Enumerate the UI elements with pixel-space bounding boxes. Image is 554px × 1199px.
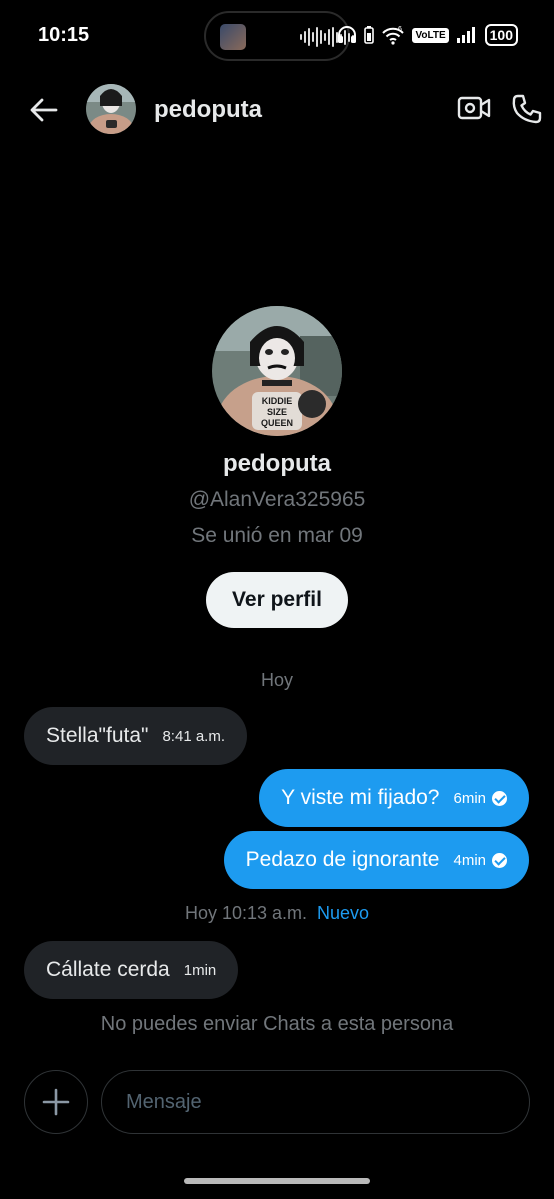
message-time: 8:41 a.m. bbox=[162, 727, 226, 745]
avatar-shirt-text: QUEEN bbox=[261, 418, 293, 428]
message-bubble-incoming[interactable]: Stella"futa" 8:41 a.m. bbox=[24, 707, 248, 765]
message-bubble-incoming[interactable]: Cállate cerda 1min bbox=[24, 941, 239, 999]
message-input[interactable] bbox=[101, 1070, 530, 1134]
message-bubble-outgoing[interactable]: Y viste mi fijado? 6min bbox=[259, 769, 529, 827]
home-indicator[interactable] bbox=[184, 1178, 370, 1184]
chat-header: pedoputa bbox=[0, 80, 554, 140]
plus-icon bbox=[42, 1088, 70, 1116]
message-time: 4min bbox=[453, 851, 486, 869]
volte-badge: VoLTE bbox=[412, 27, 449, 43]
headphones-icon bbox=[338, 26, 357, 43]
signal-icon bbox=[456, 27, 475, 43]
profile-name: pedoputa bbox=[223, 450, 331, 477]
message-bubble-outgoing[interactable]: Pedazo de ignorante 4min bbox=[223, 831, 529, 889]
message-time: 1min bbox=[183, 961, 217, 979]
voice-call-button[interactable] bbox=[510, 92, 544, 126]
phone-icon bbox=[512, 94, 542, 124]
profile-card: KIDDIE SIZE QUEEN pedoputa @AlanVera3259… bbox=[0, 306, 554, 628]
status-bar: 10:15 6 VoLTE 100 bbox=[0, 0, 554, 72]
read-receipt-icon bbox=[492, 852, 507, 868]
wifi-6-icon: 6 bbox=[382, 26, 405, 45]
media-album-art bbox=[220, 24, 246, 50]
back-button[interactable] bbox=[28, 94, 60, 126]
message-text: Cállate cerda bbox=[46, 958, 170, 981]
new-messages-separator: Hoy 10:13 a.m. Nuevo bbox=[0, 903, 554, 924]
view-profile-button[interactable]: Ver perfil bbox=[206, 572, 348, 628]
avatar-shirt-text: SIZE bbox=[267, 407, 287, 417]
cannot-send-notice: No puedes enviar Chats a esta persona bbox=[100, 1013, 454, 1035]
message-time: 6min bbox=[453, 789, 486, 807]
separator-time: Hoy 10:13 a.m. bbox=[184, 903, 308, 923]
add-attachment-button[interactable] bbox=[24, 1070, 88, 1134]
message-text: Pedazo de ignorante bbox=[245, 848, 440, 871]
read-receipt-icon bbox=[492, 790, 507, 806]
battery-saver-icon bbox=[364, 26, 375, 44]
message-text: Y viste mi fijado? bbox=[281, 786, 440, 809]
battery-indicator: 100 bbox=[484, 24, 518, 46]
message-composer bbox=[24, 1070, 530, 1134]
dynamic-island[interactable] bbox=[204, 11, 354, 61]
profile-joined-date: Se unió en mar 09 bbox=[191, 524, 363, 547]
avatar[interactable] bbox=[86, 84, 136, 134]
profile-handle: @AlanVera325965 bbox=[188, 488, 366, 511]
avatar-shirt-text: KIDDIE bbox=[262, 396, 293, 406]
profile-photo: KIDDIE SIZE QUEEN bbox=[212, 306, 342, 436]
conversation-title[interactable]: pedoputa bbox=[154, 96, 262, 124]
video-call-button[interactable] bbox=[456, 92, 492, 124]
clock: 10:15 bbox=[38, 24, 90, 46]
new-label: Nuevo bbox=[317, 903, 370, 923]
profile-avatar[interactable]: KIDDIE SIZE QUEEN bbox=[212, 306, 342, 436]
status-icons: 6 VoLTE 100 bbox=[337, 24, 518, 46]
video-camera-icon bbox=[457, 96, 491, 120]
svg-text:6: 6 bbox=[398, 26, 402, 33]
arrow-left-icon bbox=[30, 98, 58, 122]
message-text: Stella"futa" bbox=[46, 724, 149, 747]
date-separator: Hoy bbox=[260, 670, 293, 690]
profile-photo bbox=[86, 84, 136, 134]
